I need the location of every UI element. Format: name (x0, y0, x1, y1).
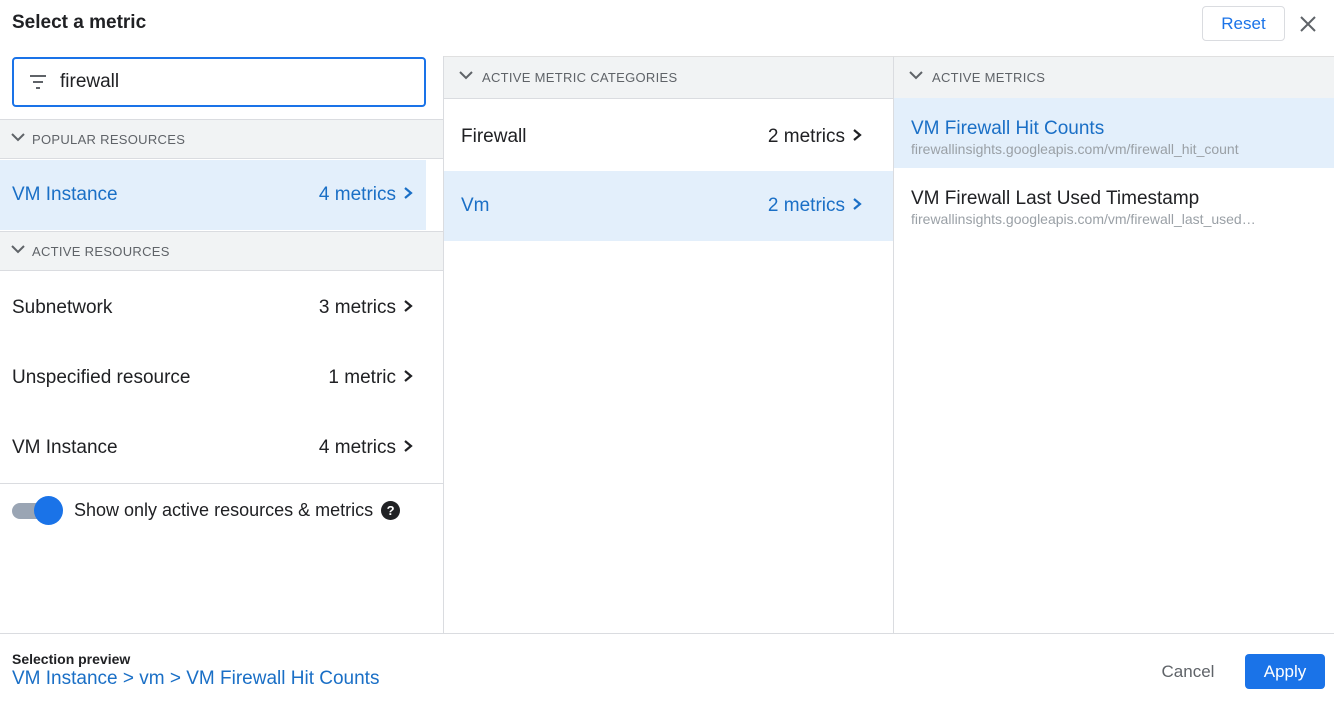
metric-item-firewall-hit-counts[interactable]: VM Firewall Hit Counts firewallinsights.… (894, 98, 1334, 168)
chevron-right-icon (402, 437, 414, 459)
metric-path: firewallinsights.googleapis.com/vm/firew… (911, 141, 1239, 157)
active-resources-header[interactable]: ACTIVE RESOURCES (0, 231, 443, 271)
category-count: 2 metrics (767, 195, 845, 216)
resource-name: Unspecified resource (12, 367, 191, 388)
resource-item-vm-instance[interactable]: VM Instance 4 metrics (0, 413, 426, 483)
divider (0, 483, 443, 484)
resources-column: POPULAR RESOURCES VM Instance 4 metrics … (0, 56, 444, 633)
metrics-header[interactable]: ACTIVE METRICS (894, 57, 1334, 99)
chevron-right-icon (402, 367, 414, 389)
close-icon[interactable] (1296, 12, 1320, 36)
resource-count: 4 metrics (318, 437, 396, 458)
categories-column: ACTIVE METRIC CATEGORIES Firewall 2 metr… (444, 56, 894, 633)
dialog-header: Select a metric Reset (0, 0, 1334, 56)
filter-icon (28, 72, 48, 97)
resource-name: VM Instance (12, 184, 118, 205)
chevron-right-icon (402, 184, 414, 206)
metrics-column: ACTIVE METRICS VM Firewall Hit Counts fi… (894, 56, 1334, 633)
category-item-firewall[interactable]: Firewall 2 metrics (444, 102, 893, 172)
apply-button[interactable]: Apply (1245, 654, 1325, 689)
category-count: 2 metrics (767, 126, 845, 147)
metric-name: VM Firewall Hit Counts (911, 118, 1105, 139)
resource-name: VM Instance (12, 437, 118, 458)
category-name: Firewall (461, 126, 527, 147)
cancel-button[interactable]: Cancel (1146, 654, 1230, 689)
section-label: ACTIVE RESOURCES (32, 243, 170, 259)
resource-item-subnetwork[interactable]: Subnetwork 3 metrics (0, 273, 426, 343)
metric-name: VM Firewall Last Used Timestamp (911, 188, 1200, 209)
resource-count: 3 metrics (318, 297, 396, 318)
chevron-right-icon (402, 297, 414, 319)
chevron-down-icon (10, 241, 26, 262)
resource-count: 4 metrics (318, 184, 396, 205)
chevron-down-icon (908, 67, 924, 88)
categories-header[interactable]: ACTIVE METRIC CATEGORIES (444, 57, 893, 99)
chevron-down-icon (10, 129, 26, 150)
chevron-right-icon (851, 126, 863, 148)
active-only-toggle[interactable] (12, 496, 63, 525)
help-icon[interactable]: ? (381, 500, 401, 520)
selection-preview-path: VM Instance > vm > VM Firewall Hit Count… (12, 668, 380, 689)
metric-item-firewall-last-used[interactable]: VM Firewall Last Used Timestamp firewall… (894, 168, 1334, 238)
metric-path: firewallinsights.googleapis.com/vm/firew… (911, 211, 1263, 227)
category-item-vm[interactable]: Vm 2 metrics (444, 171, 893, 241)
resource-count: 1 metric (328, 367, 396, 388)
section-label: ACTIVE METRIC CATEGORIES (482, 70, 678, 85)
dialog-title: Select a metric (12, 12, 147, 33)
resource-name: Subnetwork (12, 297, 113, 318)
chevron-right-icon (851, 195, 863, 217)
resource-item-unspecified[interactable]: Unspecified resource 1 metric (0, 343, 426, 413)
search-box[interactable] (12, 57, 426, 107)
toggle-label: Show only active resources & metrics (74, 499, 374, 520)
section-label: ACTIVE METRICS (932, 70, 1046, 85)
resource-item-vm-instance-popular[interactable]: VM Instance 4 metrics (0, 160, 426, 230)
chevron-down-icon (458, 67, 474, 88)
active-only-toggle-row: Show only active resources & metrics ? (12, 496, 401, 525)
dialog-footer: Selection preview VM Instance > vm > VM … (0, 633, 1334, 701)
category-name: Vm (461, 195, 490, 216)
selection-preview-label: Selection preview (12, 651, 131, 667)
search-input[interactable] (60, 69, 410, 95)
section-label: POPULAR RESOURCES (32, 131, 186, 147)
popular-resources-header[interactable]: POPULAR RESOURCES (0, 119, 443, 159)
reset-button[interactable]: Reset (1202, 6, 1285, 41)
